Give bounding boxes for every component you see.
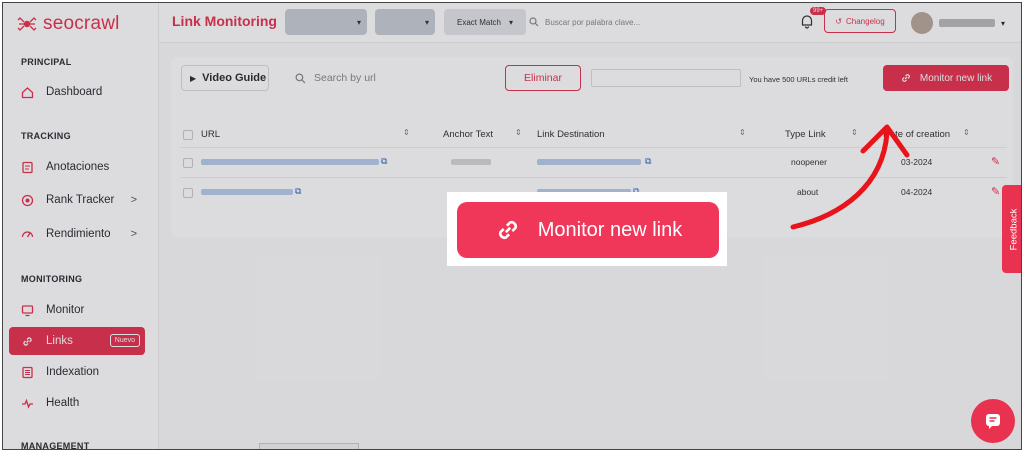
feedback-tab[interactable]: Feedback — [1002, 185, 1021, 273]
app-window: seocrawl PRINCIPAL Dashboard TRACKING An… — [2, 2, 1022, 450]
monitor-new-link-callout[interactable]: Monitor new link — [457, 202, 719, 258]
link-icon — [498, 220, 517, 240]
annotation-arrow-icon — [790, 124, 910, 230]
chat-icon — [986, 414, 1000, 429]
chat-button[interactable] — [971, 399, 1015, 443]
